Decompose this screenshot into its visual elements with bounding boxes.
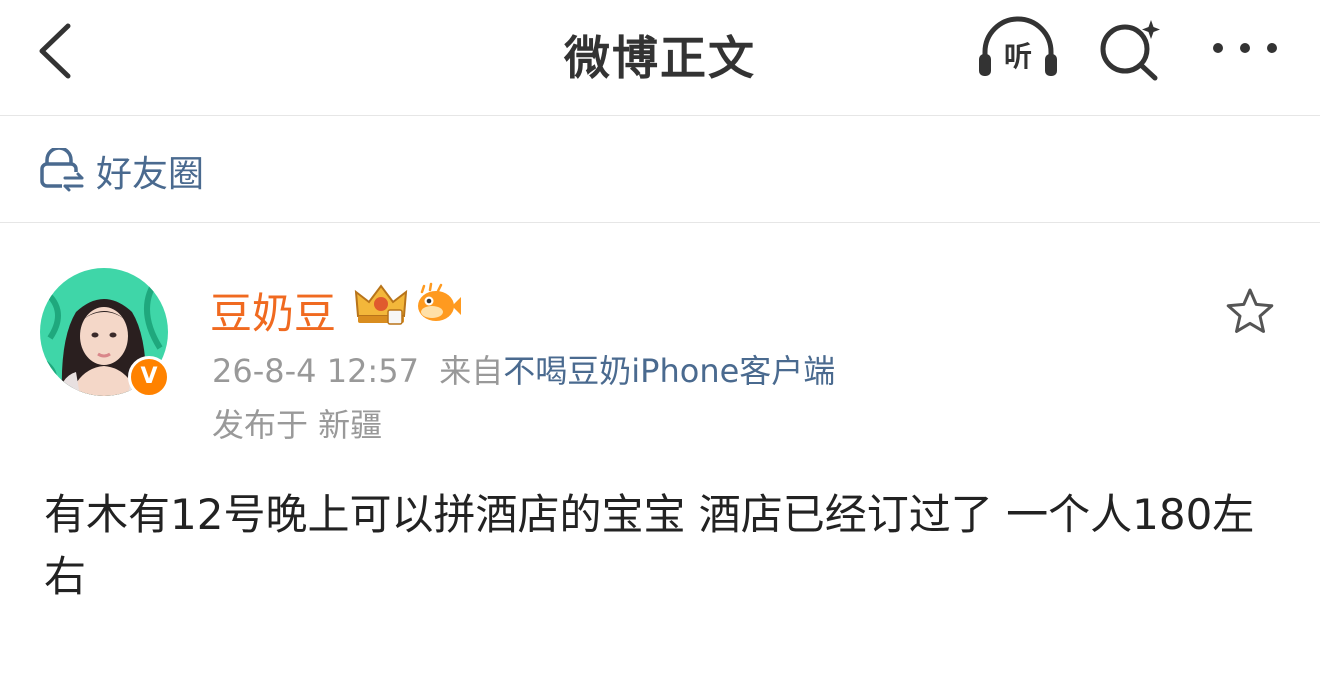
- visibility-label: 好友圈: [96, 154, 205, 195]
- favorite-star-icon[interactable]: [1222, 284, 1278, 340]
- friend-circle-icon: [40, 148, 84, 192]
- search-icon[interactable]: [1095, 16, 1165, 82]
- post-meta: 26-8-4 12:57 来自不喝豆奶iPhone客户端: [212, 346, 835, 392]
- post-location: 发布于 新疆: [212, 406, 383, 444]
- crown-badge-icon[interactable]: [352, 280, 410, 328]
- source-prefix: 来自: [439, 352, 504, 390]
- listen-button[interactable]: 听: [975, 14, 1061, 84]
- verified-badge: V: [128, 356, 170, 398]
- post-content: 有木有12号晚上可以拼酒店的宝宝 酒店已经订过了 一个人180左右: [44, 490, 1255, 601]
- listen-icon: 听: [979, 16, 1057, 76]
- listen-label: 听: [1004, 40, 1032, 73]
- top-nav-bar: 微博正文 听: [0, 0, 1320, 116]
- post-time: 26-8-4 12:57: [212, 352, 419, 390]
- post-source-link[interactable]: 不喝豆奶iPhone客户端: [503, 352, 835, 390]
- more-icon[interactable]: [1208, 26, 1282, 70]
- visibility-bar: 好友圈: [0, 116, 1320, 223]
- username[interactable]: 豆奶豆: [210, 280, 336, 341]
- pufferfish-badge-icon[interactable]: [414, 282, 462, 326]
